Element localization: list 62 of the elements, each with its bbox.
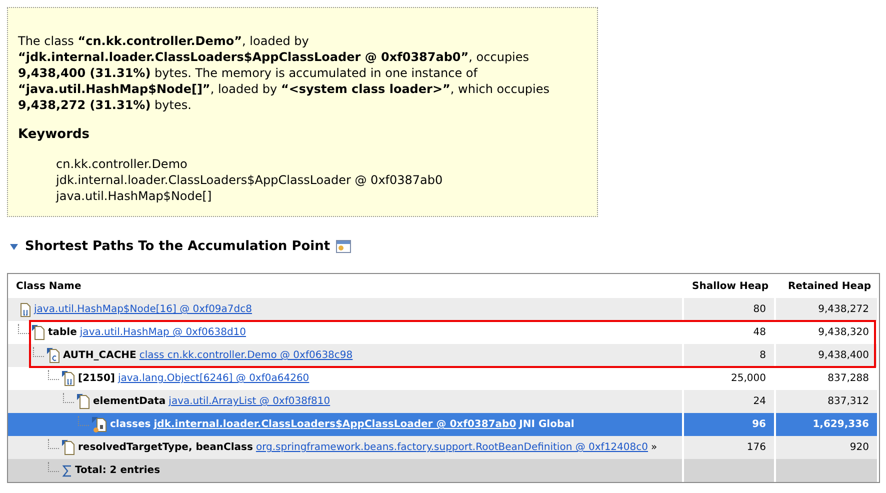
object-link[interactable]: class cn.kk.controller.Demo @ 0xf0638c98 (139, 350, 353, 361)
retained-heap-cell: 837,288 (828, 373, 869, 384)
retained-heap-cell: 1,629,336 (812, 419, 869, 430)
sum-icon (62, 464, 72, 478)
shallow-heap-cell: 25,000 (731, 373, 766, 384)
retained-heap-cell: 9,438,272 (818, 304, 869, 315)
table-row[interactable]: Total: 2 entries (8, 459, 879, 482)
tree-connector (48, 462, 59, 472)
object-link[interactable]: java.lang.Object[6246] @ 0xf0a64260 (118, 373, 310, 384)
table-row[interactable]: classes jdk.internal.loader.ClassLoaders$AppClassLoader @ 0xf0387ab0 JNI Global 96 1,629,336 (8, 413, 879, 436)
tree-connector (78, 416, 89, 426)
column-header[interactable]: Retained Heap (776, 280, 879, 292)
retained-heap-cell: 920 (850, 442, 869, 453)
object-link[interactable]: org.springframework.beans.factory.support.RootBeanDefinition @ 0xf12408c0 (256, 442, 648, 453)
table-row[interactable]: resolvedTargetType, beanClass org.springframework.beans.factory.support.RootBeanDefinition @ 0xf12408c0 » 176 920 (8, 436, 879, 459)
shallow-heap-cell: 80 (753, 304, 766, 315)
tree-connector (18, 324, 29, 334)
table-row[interactable]: AUTH_CACHE class cn.kk.controller.Demo @ 0xf0638c98 8 9,438,400 (8, 344, 879, 367)
keyword: cn.kk.controller.Demo (56, 156, 188, 172)
object-link[interactable]: java.util.HashMap$Node[16] @ 0xf09a7dc8 (34, 304, 252, 315)
keyword: java.util.HashMap$Node[] (56, 188, 213, 204)
document-icon (62, 440, 75, 456)
class-loader-icon (92, 416, 107, 432)
collapse-icon[interactable] (9, 242, 19, 250)
field-name: [2150] (78, 373, 115, 384)
field-name: Total: 2 entries (75, 465, 160, 476)
shallow-heap-cell: 48 (753, 327, 766, 338)
field-name: classes (110, 419, 151, 430)
tree-connector (48, 370, 59, 380)
array-icon (18, 302, 31, 318)
document-icon (32, 324, 45, 340)
shallow-heap-cell: 176 (746, 442, 766, 453)
retained-heap-cell: 9,438,320 (818, 327, 869, 338)
shallow-heap-cell: 24 (753, 396, 766, 407)
tree-connector (33, 346, 44, 356)
document-icon (77, 394, 90, 410)
column-header[interactable]: Class Name (8, 280, 684, 292)
array-icon (62, 370, 75, 386)
object-link[interactable]: java.util.ArrayList @ 0xf038f810 (168, 396, 330, 407)
retained-heap-cell: 837,312 (828, 396, 869, 407)
shallow-heap-cell: 96 (752, 419, 766, 430)
retained-heap-cell: 9,438,400 (818, 350, 869, 361)
keyword: jdk.internal.loader.ClassLoaders$AppClassLoader @ 0xf0387ab0 (56, 172, 444, 188)
object-link[interactable]: jdk.internal.loader.ClassLoaders$AppClassLoader @ 0xf0387ab0 (154, 419, 516, 430)
section-title: Shortest Paths To the Accumulation Point (25, 239, 330, 254)
description-text: The class “cn.kk.controller.Demo”, loaded by “jdk.internal.loader.ClassLoaders$AppClassLoader @ 0xf0387ab0”, occupies 9,438,400 (31.31%) bytes. The memory is accumulated in one instance of “java.util.HashMap$Node[]”, loaded by “<system class loader>”, which occupies 9,438,272 (31.31%) bytes. (18, 33, 551, 113)
object-link[interactable]: java.util.HashMap @ 0xf0638d10 (80, 327, 246, 338)
tree-connector (63, 392, 74, 402)
field-name: AUTH_CACHE (63, 350, 136, 361)
table-row[interactable]: elementData java.util.ArrayList @ 0xf038f810 24 837,312 (8, 390, 879, 413)
table-row[interactable]: java.util.HashMap$Node[16] @ 0xf09a7dc8 80 9,438,272 (8, 298, 879, 321)
keywords-heading: Keywords (18, 127, 91, 143)
shallow-heap-cell: 8 (760, 350, 766, 361)
window-icon[interactable] (336, 240, 352, 253)
class-icon (47, 348, 60, 364)
column-header[interactable]: Shallow Heap (684, 280, 776, 292)
tree-connector (48, 438, 59, 448)
row-note: JNI Global (519, 419, 574, 430)
field-name: resolvedTargetType, beanClass (78, 442, 253, 453)
row-note: » (651, 442, 658, 453)
field-name: elementData (93, 396, 166, 407)
field-name: table (48, 327, 77, 338)
